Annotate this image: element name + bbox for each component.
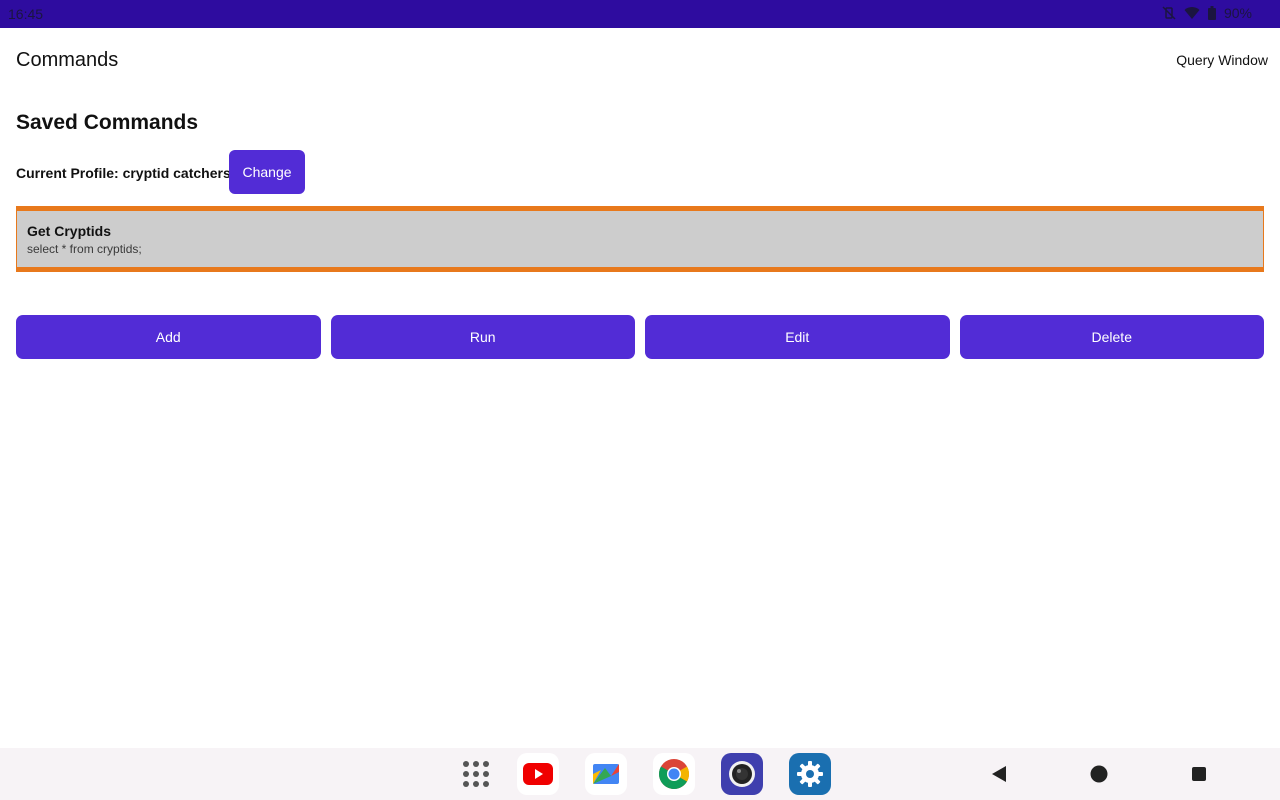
taskbar [0, 748, 1280, 800]
app-drawer-icon[interactable] [455, 753, 497, 795]
page-title: Commands [16, 49, 119, 71]
saved-commands-heading: Saved Commands [16, 111, 199, 134]
back-icon[interactable] [988, 763, 1010, 785]
change-profile-button[interactable]: Change [229, 150, 305, 194]
home-icon[interactable] [1088, 763, 1110, 785]
youtube-icon[interactable] [517, 753, 559, 795]
wifi-icon [1184, 6, 1200, 20]
camera-icon[interactable] [721, 753, 763, 795]
battery-percent: 90% [1223, 5, 1252, 21]
chrome-icon[interactable] [653, 753, 695, 795]
command-query: select * from cryptids; [27, 242, 142, 256]
status-icons: 90% [1162, 5, 1252, 21]
query-window-button[interactable]: Query Window [1176, 52, 1268, 68]
add-button[interactable]: Add [16, 315, 321, 359]
files-icon[interactable] [585, 753, 627, 795]
edit-button[interactable]: Edit [645, 315, 950, 359]
current-profile-label: Current Profile: cryptid catchers [16, 165, 231, 181]
command-list-item[interactable]: Get Cryptids select * from cryptids; [16, 206, 1264, 272]
settings-icon[interactable] [789, 753, 831, 795]
command-name: Get Cryptids [27, 223, 112, 239]
vibrate-off-icon [1162, 6, 1176, 20]
recents-icon[interactable] [1188, 763, 1210, 785]
delete-button[interactable]: Delete [959, 315, 1264, 359]
run-button[interactable]: Run [330, 315, 635, 359]
action-buttons: Add Run Edit Delete [16, 315, 1264, 359]
battery-icon [1207, 6, 1216, 20]
status-bar: 16:45 90% [0, 0, 1280, 28]
status-time: 16:45 [8, 6, 44, 22]
